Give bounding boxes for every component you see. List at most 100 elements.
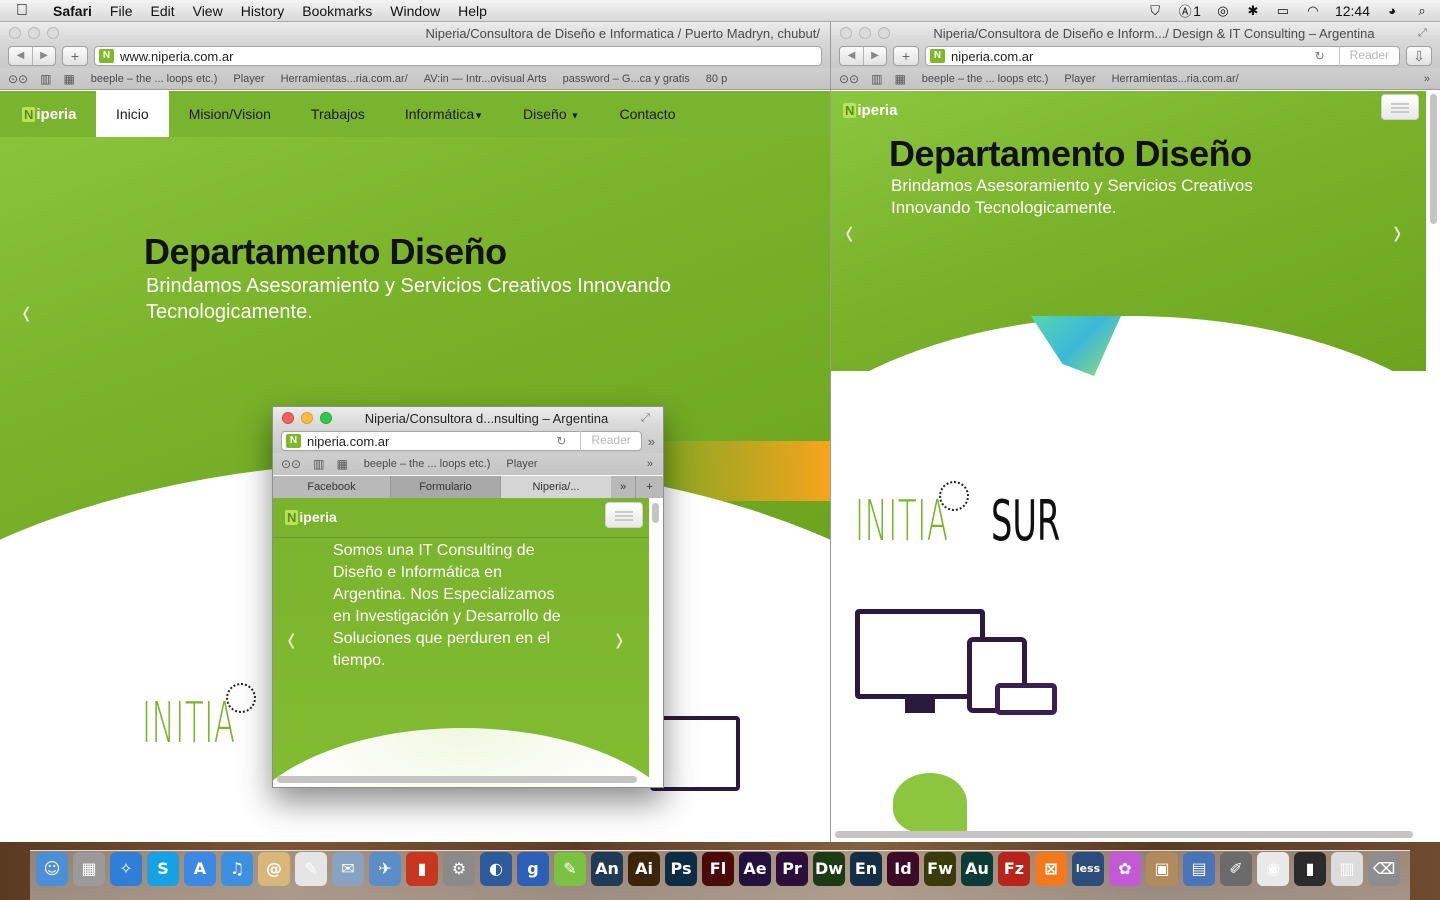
- dock-app-icon[interactable]: ◉: [1257, 852, 1289, 886]
- menu-bookmarks[interactable]: Bookmarks: [293, 3, 381, 19]
- bookmark-item[interactable]: Herramientas...ria.com.ar/: [281, 73, 408, 85]
- user-icon[interactable]: ◕: [1384, 4, 1400, 18]
- minimize-button[interactable]: [301, 412, 313, 424]
- dock-app-icon[interactable]: g: [517, 852, 549, 886]
- carousel-next-icon[interactable]: ›: [1394, 211, 1402, 254]
- dock-app-icon[interactable]: @: [258, 852, 290, 886]
- top-sites-grid-icon[interactable]: ▦: [894, 72, 905, 86]
- bookmark-item[interactable]: Player: [233, 73, 264, 85]
- battery-icon[interactable]: ▭: [1275, 4, 1291, 18]
- dock-app-icon[interactable]: ✎: [554, 852, 586, 886]
- carousel-prev-icon[interactable]: ‹: [288, 618, 296, 661]
- dock-app-icon[interactable]: ▤: [1183, 852, 1215, 886]
- dock-app-icon[interactable]: Au: [961, 852, 993, 886]
- tab-overflow-button[interactable]: »: [611, 476, 635, 498]
- download-button[interactable]: ⇩: [1406, 46, 1432, 66]
- carousel-next-icon[interactable]: ›: [616, 618, 624, 661]
- vpn-shield-icon[interactable]: ⛉: [1147, 4, 1163, 18]
- dock-app-icon[interactable]: ⌫: [1368, 852, 1400, 886]
- dock-app-icon[interactable]: ♫: [221, 852, 253, 886]
- close-button[interactable]: [282, 412, 294, 424]
- reload-icon[interactable]: ↻: [556, 434, 574, 448]
- reader-button[interactable]: Reader: [1338, 46, 1399, 66]
- dock-app-icon[interactable]: ◐: [480, 852, 512, 886]
- nav-mision-vision[interactable]: Mision/Vision: [169, 91, 291, 137]
- nav-toggle-button[interactable]: [605, 502, 643, 528]
- vertical-scrollbar[interactable]: [1430, 94, 1437, 224]
- tab-formulario[interactable]: Formulario: [391, 476, 501, 498]
- top-sites-grid-icon[interactable]: ▦: [336, 457, 347, 471]
- nav-inicio[interactable]: Inicio: [96, 91, 169, 137]
- dock-app-icon[interactable]: A: [184, 852, 216, 886]
- dock-app-icon[interactable]: ✐: [1220, 852, 1252, 886]
- zoom-button[interactable]: [47, 27, 59, 39]
- tab-facebook[interactable]: Facebook: [273, 476, 391, 498]
- top-sites-grid-icon[interactable]: ▦: [63, 72, 74, 86]
- dock-app-icon[interactable]: Fl: [702, 852, 734, 886]
- forward-button[interactable]: ▶: [863, 47, 886, 65]
- tab-niperia[interactable]: Niperia/...: [501, 476, 611, 498]
- dock-app-icon[interactable]: ▮: [406, 852, 438, 886]
- menu-help[interactable]: Help: [449, 3, 496, 19]
- url-text[interactable]: www.niperia.com.ar: [120, 49, 821, 64]
- bookmark-item[interactable]: Player: [1064, 73, 1095, 85]
- bookmarks-overflow-button[interactable]: »: [1424, 73, 1440, 85]
- dock-app-icon[interactable]: ▦: [73, 852, 105, 886]
- adobe-status[interactable]: Ⓐ 1: [1177, 3, 1201, 19]
- bookmark-item[interactable]: password – G...ca y gratis: [563, 73, 690, 85]
- reader-button[interactable]: Reader: [580, 431, 640, 451]
- dock-app-icon[interactable]: less: [1072, 852, 1104, 886]
- reading-list-icon[interactable]: ⊙⊙: [8, 72, 28, 86]
- fullscreen-icon[interactable]: ⤢: [1418, 27, 1434, 40]
- horizontal-scrollbar[interactable]: [277, 776, 637, 783]
- bluetooth-icon[interactable]: ✱: [1245, 4, 1261, 18]
- site-brand-logo[interactable]: Niperia: [843, 102, 897, 119]
- add-bookmark-button[interactable]: +: [62, 46, 88, 66]
- dock-app-icon[interactable]: Dw: [813, 852, 845, 886]
- reading-list-icon[interactable]: ⊙⊙: [839, 72, 859, 86]
- new-tab-button[interactable]: +: [635, 476, 663, 498]
- dock-app-icon[interactable]: ▥: [1331, 852, 1363, 886]
- zoom-button[interactable]: [320, 412, 332, 424]
- toolbar-overflow-button[interactable]: »: [648, 434, 655, 449]
- vertical-scrollbar[interactable]: [652, 503, 659, 523]
- reload-icon[interactable]: ↻: [1315, 49, 1333, 63]
- dock-app-icon[interactable]: Ps: [665, 852, 697, 886]
- dock-app-icon[interactable]: ✎: [295, 852, 327, 886]
- bookmarks-overflow-button[interactable]: »: [647, 458, 663, 470]
- site-brand-logo[interactable]: Niperia: [285, 509, 337, 525]
- dock-app-icon[interactable]: ✈: [369, 852, 401, 886]
- fullscreen-icon[interactable]: ⤢: [641, 412, 657, 425]
- dock-app-icon[interactable]: ▮: [1294, 852, 1326, 886]
- dock-app-icon[interactable]: ⚙: [443, 852, 475, 886]
- bookmark-item[interactable]: Player: [506, 458, 537, 470]
- horizontal-scrollbar[interactable]: [835, 831, 1413, 838]
- dock-app-icon[interactable]: Ae: [739, 852, 771, 886]
- close-button[interactable]: [840, 27, 852, 39]
- add-bookmark-button[interactable]: +: [893, 46, 919, 66]
- dock-app-icon[interactable]: ⊠: [1035, 852, 1067, 886]
- bookmark-item[interactable]: Herramientas...ria.com.ar/: [1112, 73, 1239, 85]
- bookmark-item[interactable]: AV:in — Intr...ovisual Arts: [424, 73, 547, 85]
- dock-app-icon[interactable]: Fw: [924, 852, 956, 886]
- menu-edit[interactable]: Edit: [141, 3, 183, 19]
- address-bar[interactable]: N niperia.com.ar ↻ Reader: [281, 431, 642, 451]
- menu-file[interactable]: File: [101, 3, 142, 19]
- address-bar[interactable]: N www.niperia.com.ar: [94, 46, 822, 66]
- nav-toggle-button[interactable]: [1381, 94, 1419, 120]
- bookmarks-book-icon[interactable]: ▥: [871, 72, 882, 86]
- dock-app-icon[interactable]: ✉: [332, 852, 364, 886]
- forward-button[interactable]: ▶: [32, 47, 55, 65]
- bookmarks-book-icon[interactable]: ▥: [313, 457, 324, 471]
- dock-app-icon[interactable]: ☺: [36, 852, 68, 886]
- back-button[interactable]: ◀: [9, 47, 32, 65]
- bookmark-item[interactable]: beeple – the ... loops etc.): [91, 73, 218, 85]
- dock-app-icon[interactable]: ▣: [1146, 852, 1178, 886]
- close-button[interactable]: [9, 27, 21, 39]
- site-brand-logo[interactable]: Niperia: [0, 106, 96, 123]
- dock-app-icon[interactable]: ✧: [110, 852, 142, 886]
- wifi-icon[interactable]: ◠: [1305, 4, 1321, 18]
- nav-informatica[interactable]: Informática▼: [385, 91, 503, 137]
- nav-contacto[interactable]: Contacto: [599, 91, 695, 137]
- menu-window[interactable]: Window: [381, 3, 449, 19]
